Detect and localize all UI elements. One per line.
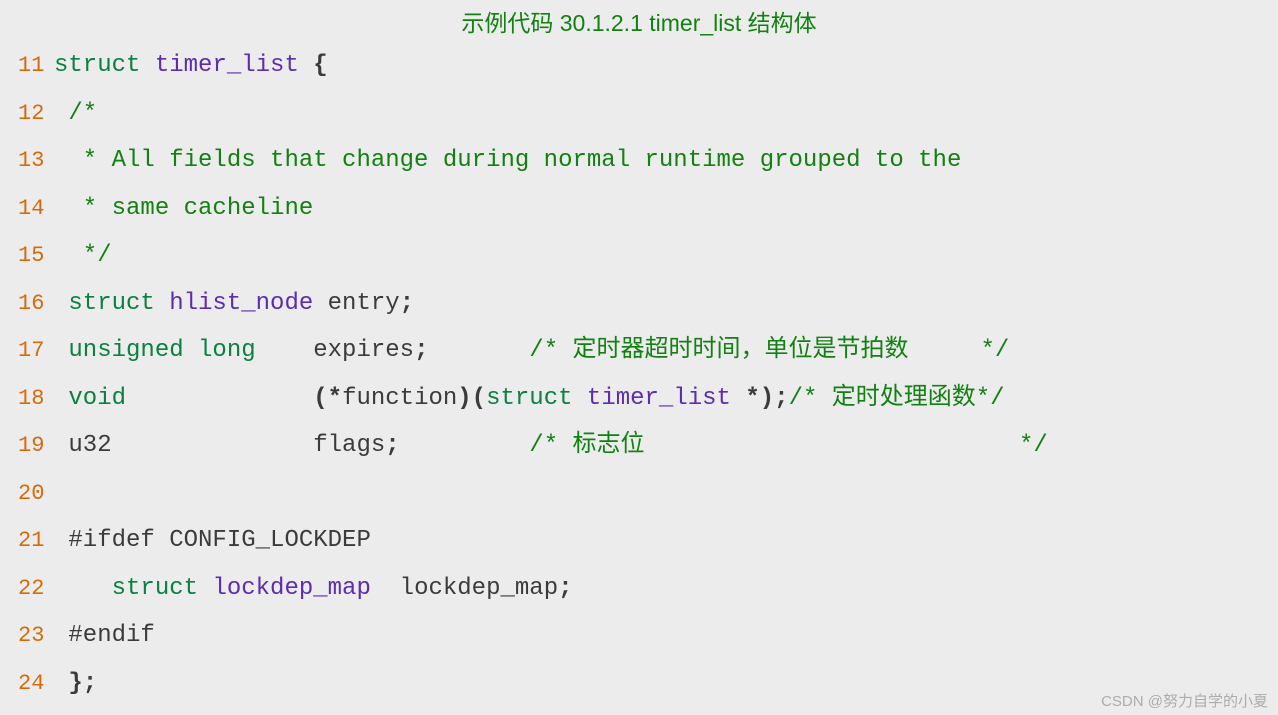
- line-number: 18: [18, 375, 54, 423]
- token-op: ;: [400, 290, 414, 317]
- code-line: 18 void (*function)(struct timer_list *)…: [18, 375, 1260, 423]
- token-op: )(: [457, 385, 486, 412]
- code-line: 12 /*: [18, 90, 1260, 138]
- token-cm: /*: [54, 100, 97, 127]
- token-op: ;: [385, 432, 529, 459]
- token-kw: struct: [54, 575, 212, 602]
- line-number: 19: [18, 422, 54, 470]
- token-op: ;: [414, 337, 529, 364]
- code-body: 11struct timer_list {12 /*13 * All field…: [0, 42, 1278, 715]
- line-number: 20: [18, 470, 54, 518]
- code-line: 24 };: [18, 660, 1260, 708]
- token-op: *);: [745, 385, 788, 412]
- token-op: ;: [558, 575, 572, 602]
- token-kw: struct: [54, 52, 155, 79]
- code-line: 23 #endif: [18, 612, 1260, 660]
- line-number: 11: [18, 42, 54, 90]
- token-cm: * same cacheline: [54, 195, 313, 222]
- token-id: timer_list: [587, 385, 745, 412]
- token-pl: expires: [313, 337, 414, 364]
- code-line: 19 u32 flags; /* 标志位 */: [18, 422, 1260, 470]
- token-kw: unsigned long: [54, 337, 313, 364]
- code-block-container: 示例代码 30.1.2.1 timer_list 结构体 11struct ti…: [0, 0, 1278, 715]
- token-id: timer_list: [155, 52, 313, 79]
- line-number: 22: [18, 565, 54, 613]
- token-pp: #ifdef CONFIG_LOCKDEP: [54, 527, 371, 554]
- token-cm: /* 标志位 */: [529, 432, 1047, 459]
- token-id: hlist_node: [169, 290, 327, 317]
- code-line: 22 struct lockdep_map lockdep_map;: [18, 565, 1260, 613]
- token-cm: /* 定时处理函数*/: [789, 385, 1005, 412]
- code-line: 14 * same cacheline: [18, 185, 1260, 233]
- token-op: (*: [313, 385, 342, 412]
- token-cm: /* 定时器超时时间，单位是节拍数 */: [529, 337, 1009, 364]
- token-pp: #endif: [54, 622, 155, 649]
- line-number: 17: [18, 327, 54, 375]
- code-line: 21 #ifdef CONFIG_LOCKDEP: [18, 517, 1260, 565]
- token-op: };: [54, 670, 97, 697]
- token-cm: */: [54, 242, 112, 269]
- code-line: 16 struct hlist_node entry;: [18, 280, 1260, 328]
- token-op: {: [313, 52, 327, 79]
- code-line: 15 */: [18, 232, 1260, 280]
- token-cm: * All fields that change during normal r…: [54, 147, 961, 174]
- code-line: 17 unsigned long expires; /* 定时器超时时间，单位是…: [18, 327, 1260, 375]
- token-pl: lockdep_map: [400, 575, 558, 602]
- line-number: 14: [18, 185, 54, 233]
- code-line: 20: [18, 470, 1260, 518]
- line-number: 21: [18, 517, 54, 565]
- token-pl: function: [342, 385, 457, 412]
- line-number: 16: [18, 280, 54, 328]
- token-kw: struct: [54, 290, 169, 317]
- token-pl: entry: [328, 290, 400, 317]
- line-number: 24: [18, 660, 54, 708]
- code-title: 示例代码 30.1.2.1 timer_list 结构体: [0, 0, 1278, 42]
- line-number: 15: [18, 232, 54, 280]
- code-line: 13 * All fields that change during norma…: [18, 137, 1260, 185]
- line-number: 13: [18, 137, 54, 185]
- token-kw: void: [54, 385, 313, 412]
- token-kw: struct: [486, 385, 587, 412]
- watermark: CSDN @努力自学的小夏: [1101, 690, 1268, 711]
- code-line: 11struct timer_list {: [18, 42, 1260, 90]
- token-id: lockdep_map: [212, 575, 399, 602]
- line-number: 12: [18, 90, 54, 138]
- token-pl: u32 flags: [54, 432, 385, 459]
- line-number: 23: [18, 612, 54, 660]
